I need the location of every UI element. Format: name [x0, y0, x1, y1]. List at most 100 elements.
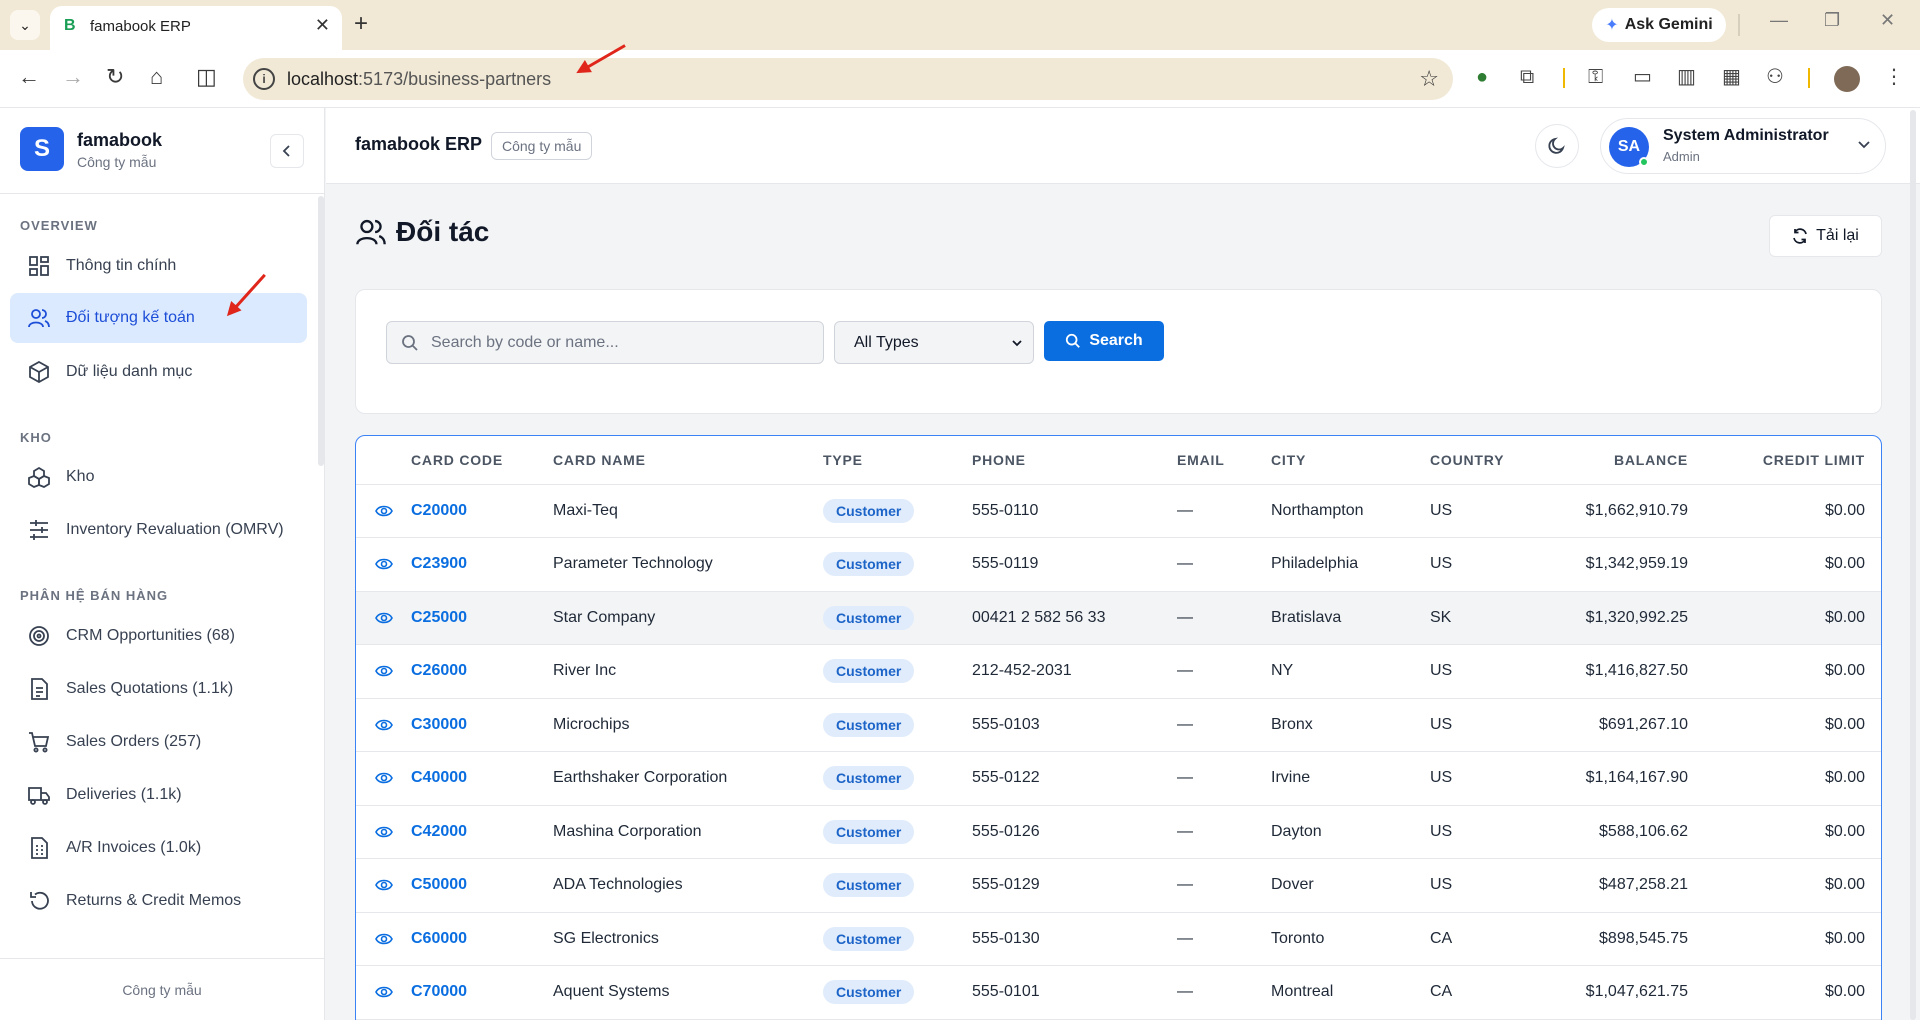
view-eye-icon[interactable] — [356, 771, 411, 785]
column-header-credit-limit[interactable]: CREDIT LIMIT — [1706, 436, 1881, 485]
table-row[interactable]: C40000 Earthshaker Corporation Customer 555… — [356, 751, 1881, 806]
reading-list-icon[interactable]: ▥ — [1677, 64, 1696, 90]
card-code-link[interactable]: C60000 — [411, 930, 467, 947]
table-row[interactable]: C23900 Parameter Technology Customer 555-01… — [356, 537, 1881, 592]
sidebar-item-returns-credit-memos[interactable]: Returns & Credit Memos — [10, 876, 307, 926]
new-tab-button[interactable]: + — [354, 10, 368, 38]
column-header-city[interactable]: CITY — [1271, 436, 1430, 485]
table-row[interactable]: C30000 Microchips Customer 555-0103 — Bronx US… — [356, 698, 1881, 752]
extensions-icon[interactable]: ⧉ — [1520, 64, 1534, 90]
sidebar-scrollbar[interactable] — [318, 196, 324, 466]
table-row[interactable]: C25000 Star Company Customer 00421 2 582 56… — [356, 591, 1881, 645]
back-icon[interactable]: ← — [18, 64, 40, 90]
sidebar-item-crm-opportunities[interactable]: CRM Opportunities (68) — [10, 611, 307, 661]
view-eye-icon[interactable] — [356, 664, 411, 678]
table-row[interactable]: C70000 Aquent Systems Customer 555-0101 — Mon… — [356, 965, 1881, 1020]
spy-icon[interactable]: ⚇ — [1766, 64, 1784, 90]
address-bar[interactable]: i localhost:5173/business-partners ☆ — [243, 58, 1453, 100]
view-eye-icon[interactable] — [356, 825, 411, 839]
email-cell-td: — — [1177, 965, 1271, 1020]
user-menu-button[interactable]: SA System Administrator Admin — [1600, 118, 1886, 174]
view-action-cell — [356, 858, 411, 913]
more-menu-icon[interactable]: ⋮ — [1884, 64, 1904, 90]
reload-button[interactable]: Tải lại — [1769, 215, 1882, 257]
view-eye-icon[interactable] — [356, 985, 411, 999]
card-code-link[interactable]: C26000 — [411, 662, 467, 679]
country-cell-td: CA — [1430, 965, 1555, 1020]
search-input[interactable] — [431, 322, 811, 363]
forward-icon[interactable]: → — [62, 64, 84, 90]
main-scrollbar[interactable] — [1910, 110, 1916, 1020]
ask-gemini-button[interactable]: ✦ Ask Gemini — [1592, 8, 1726, 42]
column-header-type[interactable]: TYPE — [823, 436, 972, 485]
sidebar-item-du-lieu-danh-muc[interactable]: Dữ liệu danh mục — [10, 347, 307, 397]
type-select[interactable]: All Types — [834, 321, 1034, 364]
table-row[interactable]: C42000 Mashina Corporation Customer 555-012… — [356, 805, 1881, 859]
table-icon[interactable]: ▦ — [1722, 64, 1741, 90]
type-badge-td: Customer — [823, 965, 972, 1020]
close-icon[interactable]: ✕ — [315, 15, 330, 36]
table-row[interactable]: C50000 ADA Technologies Customer 555-0129 — D… — [356, 858, 1881, 913]
email-cell: — — [1177, 501, 1193, 519]
globe-extension-icon[interactable]: ● — [1476, 64, 1488, 90]
key-icon[interactable]: ⚿ — [1588, 64, 1603, 90]
column-header-card-code[interactable]: CARD CODE — [411, 436, 553, 485]
sidebar-item-deliveries[interactable]: Deliveries (1.1k) — [10, 770, 307, 820]
card-code-link[interactable]: C40000 — [411, 769, 467, 786]
view-eye-icon[interactable] — [356, 932, 411, 946]
view-eye-icon[interactable] — [356, 718, 411, 732]
collapse-sidebar-button[interactable] — [270, 134, 304, 168]
reading-mode-icon[interactable]: ◫ — [196, 64, 217, 90]
browser-tab[interactable]: B famabook ERP ✕ — [50, 6, 342, 50]
credit-limit-cell: $0.00 — [1824, 662, 1865, 680]
table-row[interactable]: C60000 SG Electronics Customer 555-0130 — Tor… — [356, 912, 1881, 966]
restore-icon[interactable]: ❐ — [1824, 10, 1840, 31]
card-icon[interactable]: ▭ — [1633, 64, 1652, 90]
profile-avatar[interactable] — [1834, 66, 1860, 92]
url-text[interactable]: localhost:5173/business-partners — [287, 69, 551, 90]
sidebar-item-thong-tin-chinh[interactable]: Thông tin chính — [10, 241, 307, 291]
bookmark-star-icon[interactable]: ☆ — [1419, 66, 1439, 92]
view-eye-icon[interactable] — [356, 504, 411, 518]
view-eye-icon[interactable] — [356, 878, 411, 892]
card-name-cell-td: ADA Technologies — [553, 858, 823, 913]
card-code-link[interactable]: C23900 — [411, 555, 467, 572]
card-code-link[interactable]: C20000 — [411, 502, 467, 519]
view-eye-icon[interactable] — [356, 611, 411, 625]
sidebar-item-doi-tuong-ke-toan[interactable]: Đối tượng kế toán — [10, 293, 307, 343]
column-header-email[interactable]: EMAIL — [1177, 436, 1271, 485]
view-action-cell — [356, 537, 411, 592]
table-row[interactable]: C20000 Maxi-Teq Customer 555-0110 — Northampt… — [356, 484, 1881, 538]
country-cell: SK — [1430, 608, 1452, 626]
card-code-link[interactable]: C42000 — [411, 823, 467, 840]
search-button[interactable]: Search — [1044, 321, 1164, 361]
balance-cell-td: $898,545.75 — [1555, 912, 1706, 966]
card-name-cell: Microchips — [553, 715, 630, 733]
tab-search-button[interactable]: ⌄ — [10, 10, 40, 40]
sidebar-item-kho[interactable]: Kho — [10, 452, 307, 502]
minimize-icon[interactable]: — — [1770, 10, 1788, 31]
sidebar-item-sales-quotations[interactable]: Sales Quotations (1.1k) — [10, 664, 307, 714]
theme-toggle-button[interactable] — [1535, 124, 1579, 168]
card-code-link[interactable]: C70000 — [411, 983, 467, 1000]
card-code-link[interactable]: C50000 — [411, 876, 467, 893]
sliders-icon — [26, 519, 52, 541]
card-code-link[interactable]: C30000 — [411, 716, 467, 733]
column-header-balance[interactable]: BALANCE — [1555, 436, 1706, 485]
sidebar-item-label: Deliveries (1.1k) — [66, 786, 182, 803]
column-header-country[interactable]: COUNTRY — [1430, 436, 1555, 485]
sidebar-item-inventory-revaluation[interactable]: Inventory Revaluation (OMRV) — [10, 505, 307, 555]
reload-icon[interactable]: ↻ — [106, 64, 124, 90]
home-icon[interactable]: ⌂ — [150, 64, 163, 90]
sidebar-item-ar-invoices[interactable]: A/R Invoices (1.0k) — [10, 823, 307, 873]
window-close-icon[interactable]: ✕ — [1880, 10, 1895, 31]
sidebar-item-sales-orders[interactable]: Sales Orders (257) — [10, 717, 307, 767]
column-header-phone[interactable]: PHONE — [972, 436, 1177, 485]
phone-cell: 555-0126 — [972, 822, 1040, 840]
site-info-icon[interactable]: i — [253, 68, 275, 90]
card-code-link[interactable]: C25000 — [411, 609, 467, 626]
table-row[interactable]: C26000 River Inc Customer 212-452-2031 — NY US… — [356, 644, 1881, 699]
search-field[interactable] — [386, 321, 824, 364]
view-eye-icon[interactable] — [356, 557, 411, 571]
column-header-card-name[interactable]: CARD NAME — [553, 436, 823, 485]
